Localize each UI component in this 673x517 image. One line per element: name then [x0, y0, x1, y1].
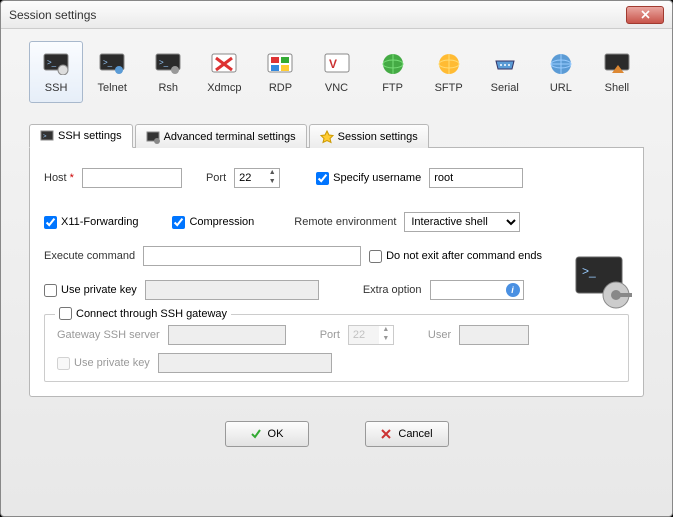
gateway-private-key-input	[158, 353, 332, 373]
tab-strip: > SSH settings Advanced terminal setting…	[29, 123, 644, 148]
terminal-gear-icon	[146, 130, 160, 144]
session-type-telnet[interactable]: >_ Telnet	[85, 41, 139, 103]
session-type-shell[interactable]: Shell	[590, 41, 644, 103]
cancel-icon	[380, 428, 392, 440]
sftp-icon	[435, 50, 463, 78]
session-type-toolbar: >_ SSH >_ Telnet >_ Rsh Xdmcp RDP V VNC	[29, 41, 644, 103]
dialog-footer: OK Cancel	[29, 421, 644, 447]
session-type-vnc[interactable]: V VNC	[309, 41, 363, 103]
port-spinner[interactable]: ▲▼	[234, 168, 280, 188]
specify-username-checkbox[interactable]: Specify username	[316, 172, 421, 185]
ssh-big-icon: >_	[572, 253, 634, 311]
check-icon	[250, 428, 262, 440]
session-type-serial[interactable]: Serial	[478, 41, 532, 103]
host-input[interactable]	[82, 168, 182, 188]
port-up[interactable]: ▲	[265, 169, 279, 178]
tab-session-settings[interactable]: Session settings	[309, 124, 429, 148]
cancel-button[interactable]: Cancel	[365, 421, 449, 447]
tab-ssh-settings[interactable]: > SSH settings	[29, 124, 133, 148]
gateway-server-label: Gateway SSH server	[57, 329, 160, 341]
extra-option-label: Extra option	[363, 284, 422, 296]
gateway-fieldset: Connect through SSH gateway Gateway SSH …	[44, 314, 629, 382]
svg-text:>_: >_	[103, 58, 113, 67]
session-type-ftp[interactable]: FTP	[366, 41, 420, 103]
gateway-user-label: User	[428, 329, 451, 341]
session-settings-dialog: Session settings >_ SSH >_ Telnet >_ Rsh…	[0, 0, 673, 517]
shell-icon	[603, 50, 631, 78]
gateway-user-input	[459, 325, 529, 345]
telnet-icon: >_	[98, 50, 126, 78]
xdmcp-icon	[210, 50, 238, 78]
serial-icon	[491, 50, 519, 78]
svg-text:>_: >_	[159, 58, 169, 67]
star-icon	[320, 130, 334, 144]
use-private-key-checkbox[interactable]: Use private key	[44, 284, 137, 297]
svg-text:V: V	[329, 57, 337, 71]
remote-env-select[interactable]: Interactive shell	[404, 212, 520, 232]
no-exit-checkbox[interactable]: Do not exit after command ends	[369, 250, 542, 263]
execute-command-input[interactable]	[143, 246, 361, 266]
vnc-icon: V	[323, 50, 351, 78]
ssh-icon: >_	[42, 50, 70, 78]
gateway-server-input	[168, 325, 286, 345]
tab-advanced-terminal[interactable]: Advanced terminal settings	[135, 124, 307, 148]
session-type-rdp[interactable]: RDP	[253, 41, 307, 103]
ftp-icon	[379, 50, 407, 78]
port-down[interactable]: ▼	[265, 178, 279, 187]
execute-command-label: Execute command	[44, 250, 135, 262]
svg-text:>: >	[43, 134, 47, 140]
ok-button[interactable]: OK	[225, 421, 309, 447]
session-type-sftp[interactable]: SFTP	[422, 41, 476, 103]
port-input[interactable]	[235, 169, 265, 187]
private-key-input	[145, 280, 319, 300]
close-button[interactable]	[626, 6, 664, 24]
svg-text:>_: >_	[582, 264, 596, 278]
terminal-icon: >	[40, 129, 54, 143]
ssh-settings-panel: Host * Port ▲▼ Specify username X	[29, 148, 644, 397]
x11-forwarding-checkbox[interactable]: X11-Forwarding	[44, 216, 138, 229]
gateway-port-label: Port	[320, 329, 340, 341]
rsh-icon: >_	[154, 50, 182, 78]
extra-option-input[interactable]	[434, 281, 504, 299]
gateway-title: Connect through SSH gateway	[76, 308, 227, 320]
rdp-icon	[266, 50, 294, 78]
titlebar: Session settings	[1, 1, 672, 29]
gateway-private-key-checkbox: Use private key	[57, 357, 150, 370]
host-label: Host *	[44, 172, 74, 184]
session-type-xdmcp[interactable]: Xdmcp	[197, 41, 251, 103]
gateway-enable-checkbox[interactable]	[59, 307, 72, 320]
gateway-port-spinner: ▲▼	[348, 325, 394, 345]
remote-env-label: Remote environment	[294, 216, 396, 228]
compression-checkbox[interactable]: Compression	[172, 216, 254, 229]
url-icon	[547, 50, 575, 78]
session-type-ssh[interactable]: >_ SSH	[29, 41, 83, 103]
close-icon	[641, 10, 650, 19]
info-icon[interactable]: i	[506, 283, 520, 297]
session-type-url[interactable]: URL	[534, 41, 588, 103]
svg-text:>_: >_	[47, 58, 57, 67]
window-title: Session settings	[9, 8, 96, 22]
username-input[interactable]	[429, 168, 523, 188]
session-type-rsh[interactable]: >_ Rsh	[141, 41, 195, 103]
port-label: Port	[206, 172, 226, 184]
